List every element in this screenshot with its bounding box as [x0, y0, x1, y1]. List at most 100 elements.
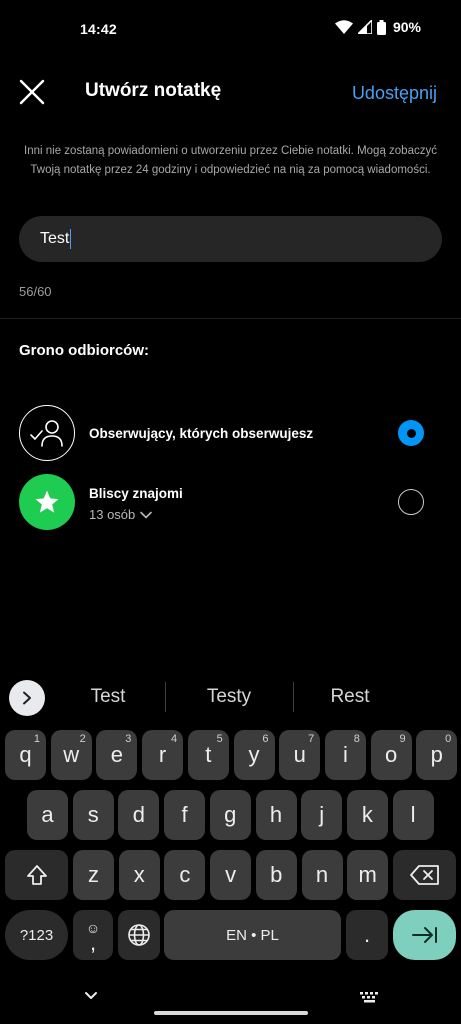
top-bar: Utwórz notatkę Udostępnij — [0, 60, 461, 124]
space-key[interactable]: EN • PL — [164, 910, 341, 960]
key-f[interactable]: f — [164, 790, 206, 840]
suggestion-separator — [165, 682, 166, 712]
share-button[interactable]: Udostępnij — [352, 83, 437, 104]
key-t[interactable]: t5 — [187, 730, 229, 780]
shift-icon — [26, 865, 47, 885]
key-e[interactable]: e3 — [96, 730, 138, 780]
page-title: Utwórz notatkę — [85, 80, 222, 101]
comma-emoji-key[interactable]: ☺ , — [73, 910, 113, 960]
key-label: u — [293, 742, 306, 767]
key-z[interactable]: z — [73, 850, 114, 900]
star-icon — [19, 474, 75, 530]
key-q[interactable]: q1 — [5, 730, 46, 780]
globe-icon — [128, 924, 150, 946]
key-c[interactable]: c — [164, 850, 206, 900]
note-input-value: Test — [40, 230, 70, 247]
key-a[interactable]: a — [27, 790, 68, 840]
char-count: 56/60 — [19, 284, 52, 299]
key-x[interactable]: x — [118, 850, 160, 900]
key-s[interactable]: s — [72, 790, 114, 840]
close-button[interactable] — [14, 74, 50, 110]
audience-option-title: Bliscy znajomi — [89, 486, 183, 501]
key-number-hint: 3 — [125, 733, 132, 745]
key-i[interactable]: i8 — [324, 730, 366, 780]
key-d[interactable]: d — [118, 790, 160, 840]
status-bar: 14:42 90% — [0, 0, 461, 56]
comma-label: , — [89, 930, 97, 955]
key-p[interactable]: p0 — [416, 730, 458, 780]
enter-key[interactable] — [393, 910, 456, 960]
key-label: e — [110, 742, 124, 767]
key-label: i — [342, 742, 348, 767]
divider — [0, 318, 461, 319]
key-r[interactable]: r4 — [142, 730, 184, 780]
key-number-hint: 7 — [308, 733, 315, 745]
note-input[interactable]: Test — [19, 216, 442, 262]
tab-next-icon — [411, 927, 437, 943]
key-label: o — [384, 742, 398, 767]
mutual-followers-icon — [19, 405, 75, 461]
suggestion-bar: Test Testy Rest — [0, 672, 461, 724]
info-text: Inni nie zostaną powiadomieni o utworzen… — [24, 145, 437, 176]
home-indicator[interactable] — [154, 1011, 308, 1015]
key-number-hint: 1 — [33, 733, 40, 745]
key-number-hint: 9 — [399, 733, 406, 745]
key-n[interactable]: n — [301, 850, 343, 900]
navigation-bar — [0, 980, 461, 1024]
key-w[interactable]: w2 — [50, 730, 92, 780]
key-label: w — [63, 742, 80, 767]
suggestion-3[interactable]: Rest — [295, 686, 405, 708]
key-j[interactable]: j — [301, 790, 343, 840]
period-key[interactable]: . — [346, 910, 388, 960]
key-number-hint: 5 — [216, 733, 223, 745]
key-number-hint: 8 — [353, 733, 360, 745]
key-m[interactable]: m — [347, 850, 389, 900]
key-v[interactable]: v — [210, 850, 252, 900]
audience-option-close-friends[interactable]: Bliscy znajomi 13 osób — [0, 474, 461, 534]
key-y[interactable]: y6 — [233, 730, 275, 780]
expand-toolbar-button[interactable] — [9, 680, 45, 716]
text-cursor — [70, 229, 72, 249]
close-friends-count[interactable]: 13 osób — [89, 507, 153, 522]
key-label: p — [430, 742, 443, 767]
radio-unselected[interactable] — [398, 489, 424, 515]
key-l[interactable]: l — [392, 790, 434, 840]
chevron-right-icon — [23, 691, 31, 705]
signal-icon — [357, 20, 372, 34]
key-number-hint: 6 — [262, 733, 269, 745]
key-number-hint: 0 — [445, 733, 452, 745]
chevron-down-icon — [140, 511, 153, 519]
audience-option-mutual-followers[interactable]: Obserwujący, których obserwujesz — [0, 405, 461, 465]
backspace-key[interactable] — [393, 850, 456, 900]
key-label: t — [205, 742, 212, 767]
status-time: 14:42 — [80, 21, 117, 37]
wifi-icon — [334, 20, 353, 34]
suggestion-2[interactable]: Testy — [174, 686, 284, 708]
battery-icon — [376, 19, 386, 35]
suggestion-separator — [293, 682, 294, 712]
key-number-hint: 2 — [79, 733, 86, 745]
key-label: y — [248, 742, 260, 767]
hide-keyboard-chevron-icon[interactable] — [80, 988, 102, 1004]
key-u[interactable]: u7 — [279, 730, 321, 780]
status-icons: 90% — [334, 19, 421, 35]
backspace-icon — [409, 865, 439, 885]
symbols-key[interactable]: ?123 — [5, 910, 68, 960]
suggestion-1[interactable]: Test — [53, 686, 163, 708]
battery-percent: 90% — [392, 19, 421, 35]
key-number-hint: 4 — [170, 733, 178, 745]
key-h[interactable]: h — [255, 790, 297, 840]
shift-key[interactable] — [5, 850, 68, 900]
key-b[interactable]: b — [255, 850, 297, 900]
radio-selected[interactable] — [398, 420, 424, 446]
key-k[interactable]: k — [346, 790, 388, 840]
audience-option-title: Obserwujący, których obserwujesz — [89, 426, 314, 441]
keyboard-switch-icon[interactable] — [359, 991, 381, 1003]
close-friends-count-text: 13 osób — [89, 507, 136, 522]
key-o[interactable]: o9 — [370, 730, 412, 780]
language-key[interactable] — [118, 910, 160, 960]
key-label: r — [158, 742, 167, 767]
close-icon — [19, 79, 45, 105]
audience-label: Grono odbiorców: — [19, 342, 149, 359]
key-g[interactable]: g — [209, 790, 251, 840]
